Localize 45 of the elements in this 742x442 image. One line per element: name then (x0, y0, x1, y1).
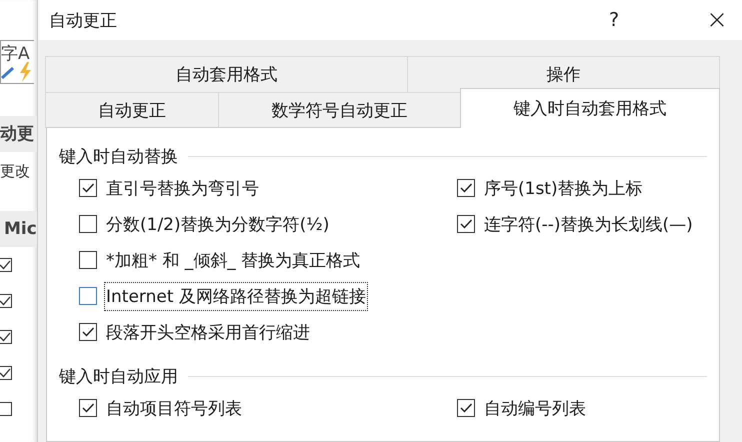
close-button[interactable]: × (697, 0, 737, 40)
tab[interactable]: 自动套用格式 (45, 56, 408, 92)
option-label[interactable]: 连字符(--)替换为长划线(—) (482, 210, 695, 238)
option-label[interactable]: *加粗* 和 _倾斜_ 替换为真正格式 (104, 246, 362, 274)
group-title: 键入时自动应用 (59, 366, 178, 388)
checkmark-icon (459, 181, 473, 195)
section-text: 更改 (0, 162, 31, 181)
checkbox[interactable] (457, 179, 475, 197)
option-label[interactable]: 段落开头空格采用首行缩进 (104, 318, 312, 346)
option-label[interactable]: 自动项目符号列表 (104, 394, 244, 422)
checkbox[interactable] (79, 399, 97, 417)
checkmark-icon (81, 401, 95, 415)
checkmark-icon (81, 325, 95, 339)
checkbox[interactable] (457, 399, 475, 417)
checkmark-icon (81, 181, 95, 195)
section-heading: Mic (0, 211, 37, 247)
section-heading: 动更 (0, 116, 37, 152)
checkmark-icon (0, 367, 11, 379)
checkbox[interactable] (0, 330, 12, 344)
group-title: 键入时自动替换 (59, 146, 178, 168)
checkmark-icon (459, 401, 473, 415)
help-button[interactable]: ? (599, 0, 629, 40)
checkbox[interactable] (79, 215, 97, 233)
option-label[interactable]: 序号(1st)替换为上标 (482, 174, 645, 202)
checkbox[interactable] (79, 251, 97, 269)
text-effects-icon: 字A (0, 40, 34, 84)
option-label[interactable]: 自动编号列表 (482, 394, 588, 422)
option-label[interactable]: 直引号替换为弯引号 (104, 174, 261, 202)
checkbox[interactable] (79, 323, 97, 341)
checkbox[interactable] (79, 287, 97, 305)
window-title: 自动更正 (49, 10, 118, 32)
checkbox[interactable] (0, 294, 12, 308)
checkmark-icon (0, 331, 11, 343)
option-label[interactable]: Internet 及网络路径替换为超链接 (104, 282, 368, 310)
checkmark-icon (0, 259, 11, 271)
checkmark-icon (459, 217, 473, 231)
checkbox[interactable] (0, 402, 12, 416)
checkbox[interactable] (0, 258, 12, 272)
checkbox[interactable] (457, 215, 475, 233)
checkbox[interactable] (79, 179, 97, 197)
checkbox[interactable] (0, 366, 12, 380)
option-label[interactable]: 分数(1/2)替换为分数字符(½) (104, 210, 332, 238)
tab[interactable]: 键入时自动套用格式 (460, 88, 720, 128)
checkmark-icon (0, 295, 11, 307)
tab[interactable]: 自动更正 (45, 92, 219, 128)
